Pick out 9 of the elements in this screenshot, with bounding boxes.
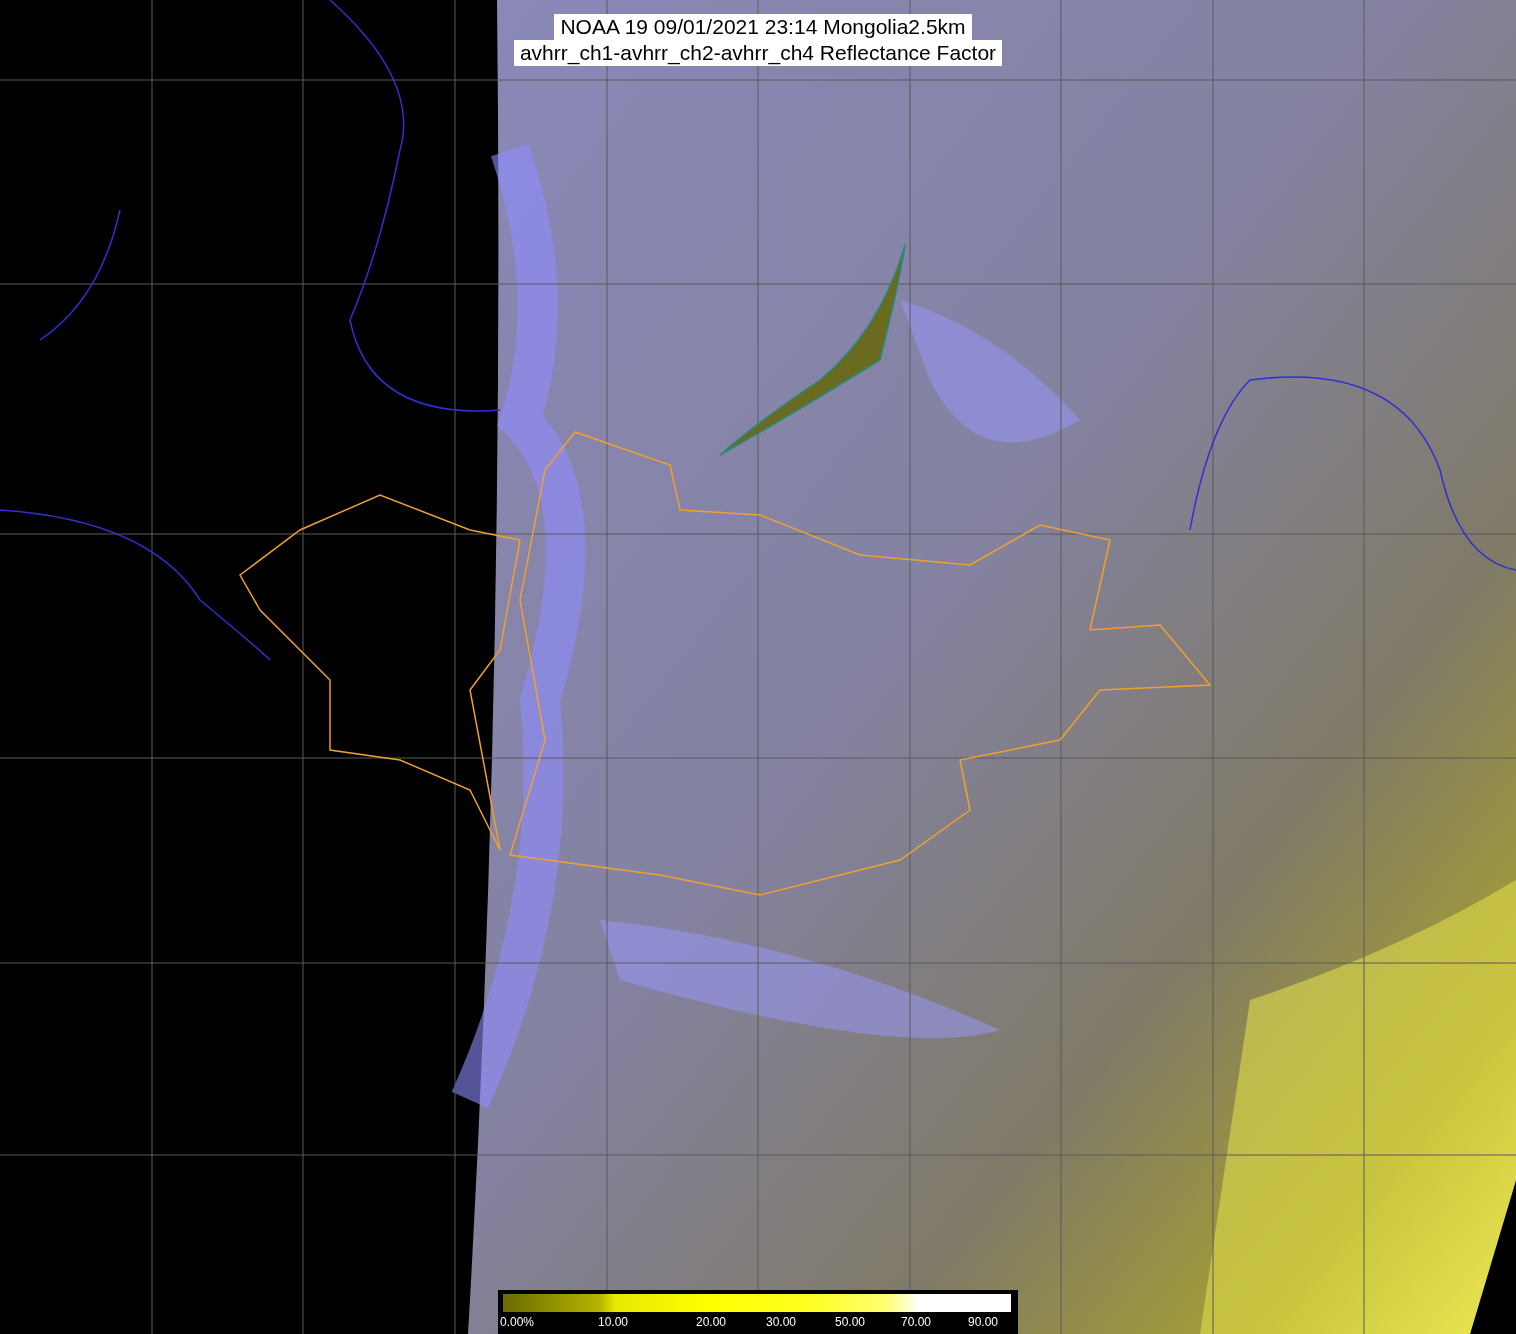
colorbar-tick-label: 0.00% [500, 1314, 535, 1330]
colorbar-tick-label: 70.00 [901, 1314, 932, 1330]
colorbar-tick-label: 30.00 [766, 1314, 797, 1330]
colorbar-tick-label: 10.00 [598, 1314, 629, 1330]
colorbar-tick-label: 50.00 [835, 1314, 866, 1330]
image-subtitle: avhrr_ch1-avhrr_ch2-avhrr_ch4 Reflectance Factor [513, 40, 1003, 66]
image-title: NOAA 19 09/01/2021 23:14 Mongolia2.5km [554, 14, 972, 40]
colorbar-tick-label: 20.00 [696, 1314, 727, 1330]
colorbar-tick-label: 90.00 [968, 1314, 999, 1330]
